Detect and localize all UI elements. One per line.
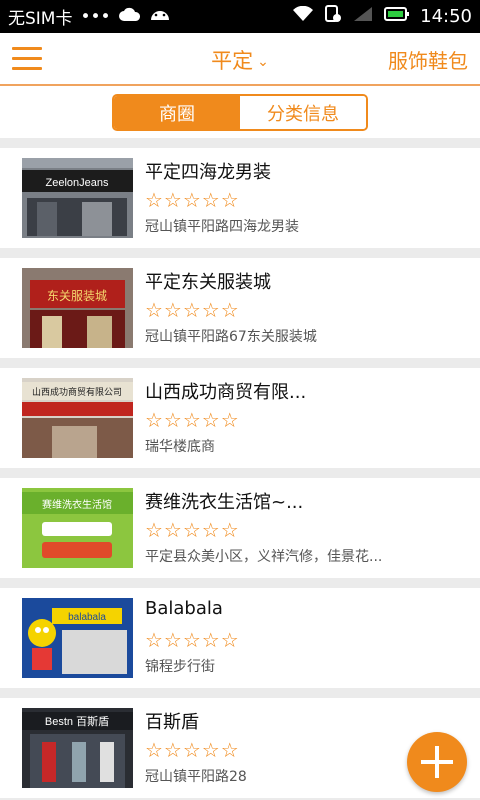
- store-address: 冠山镇平阳路28: [145, 769, 247, 785]
- store-thumbnail: 山西成功商贸有限公司: [22, 378, 133, 458]
- rating-stars: ☆☆☆☆☆: [145, 628, 240, 652]
- notification-dots: •••: [80, 6, 111, 27]
- store-thumbnail: balabala: [22, 598, 133, 678]
- chevron-down-icon: ⌄: [257, 54, 269, 70]
- tab-category-info[interactable]: 分类信息: [240, 96, 366, 129]
- store-name: 赛维洗衣生活馆~...: [145, 492, 304, 513]
- store-address: 平定县众美小区，义祥汽修，佳景花...: [145, 549, 383, 565]
- status-bar: 无SIM卡 ••• 14:50: [0, 0, 480, 33]
- store-thumbnail: 赛维洗衣生活馆: [22, 488, 133, 568]
- clock: 14:50: [420, 6, 472, 27]
- list-item[interactable]: ZeelonJeans 平定四海龙男装 ☆☆☆☆☆ 冠山镇平阳路四海龙男装: [0, 148, 480, 248]
- thumbnail-sign-text: Bestn 百斯盾: [45, 715, 109, 728]
- store-address: 冠山镇平阳路四海龙男装: [145, 219, 299, 235]
- store-thumbnail: ZeelonJeans: [22, 158, 133, 238]
- tab-business-district[interactable]: 商圈: [114, 96, 240, 129]
- rating-stars: ☆☆☆☆☆: [145, 738, 240, 762]
- signal-icon: [352, 6, 374, 27]
- wifi-icon: [292, 5, 314, 27]
- app-header: 平定 ⌄ 服饰鞋包: [0, 33, 480, 86]
- android-icon: [149, 6, 171, 27]
- store-name: Balabala: [145, 598, 223, 619]
- list-item[interactable]: 赛维洗衣生活馆 赛维洗衣生活馆~... ☆☆☆☆☆ 平定县众美小区，义祥汽修，佳…: [0, 478, 480, 578]
- store-thumbnail: Bestn 百斯盾: [22, 708, 133, 788]
- rating-stars: ☆☆☆☆☆: [145, 188, 240, 212]
- add-button[interactable]: [407, 732, 467, 792]
- list-item[interactable]: 山西成功商贸有限公司 山西成功商贸有限... ☆☆☆☆☆ 瑞华楼底商: [0, 368, 480, 468]
- store-name: 山西成功商贸有限...: [145, 382, 307, 403]
- thumbnail-sign-text: balabala: [68, 612, 106, 623]
- thumbnail-sign-text: 赛维洗衣生活馆: [42, 498, 112, 511]
- city-label: 平定: [211, 49, 254, 73]
- sim-blocked-icon: [324, 5, 342, 28]
- store-address: 冠山镇平阳路67东关服装城: [145, 329, 317, 345]
- thumbnail-sign-text: 东关服装城: [47, 289, 107, 303]
- list-item[interactable]: 东关服装城 平定东关服装城 ☆☆☆☆☆ 冠山镇平阳路67东关服装城: [0, 258, 480, 358]
- store-address: 锦程步行街: [145, 659, 215, 675]
- list-item[interactable]: balabala Balabala ☆☆☆☆☆ 锦程步行街: [0, 588, 480, 688]
- store-name: 平定四海龙男装: [145, 162, 271, 183]
- segmented-control: 商圈 分类信息: [112, 94, 368, 131]
- store-name: 百斯盾: [145, 712, 199, 733]
- thumbnail-sign-text: 山西成功商贸有限公司: [32, 386, 122, 398]
- rating-stars: ☆☆☆☆☆: [145, 518, 240, 542]
- store-thumbnail: 东关服装城: [22, 268, 133, 348]
- category-label[interactable]: 服饰鞋包: [388, 45, 468, 74]
- thumbnail-sign-text: ZeelonJeans: [46, 177, 109, 189]
- store-address: 瑞华楼底商: [145, 439, 215, 455]
- tab-bar: 商圈 分类信息: [0, 86, 480, 138]
- carrier-label: 无SIM卡: [8, 9, 73, 29]
- rating-stars: ☆☆☆☆☆: [145, 408, 240, 432]
- list-item[interactable]: Bestn 百斯盾 百斯盾 ☆☆☆☆☆ 冠山镇平阳路28: [0, 698, 480, 798]
- store-name: 平定东关服装城: [145, 272, 271, 293]
- rating-stars: ☆☆☆☆☆: [145, 298, 240, 322]
- battery-icon: [384, 6, 410, 27]
- cloud-icon: [118, 6, 141, 27]
